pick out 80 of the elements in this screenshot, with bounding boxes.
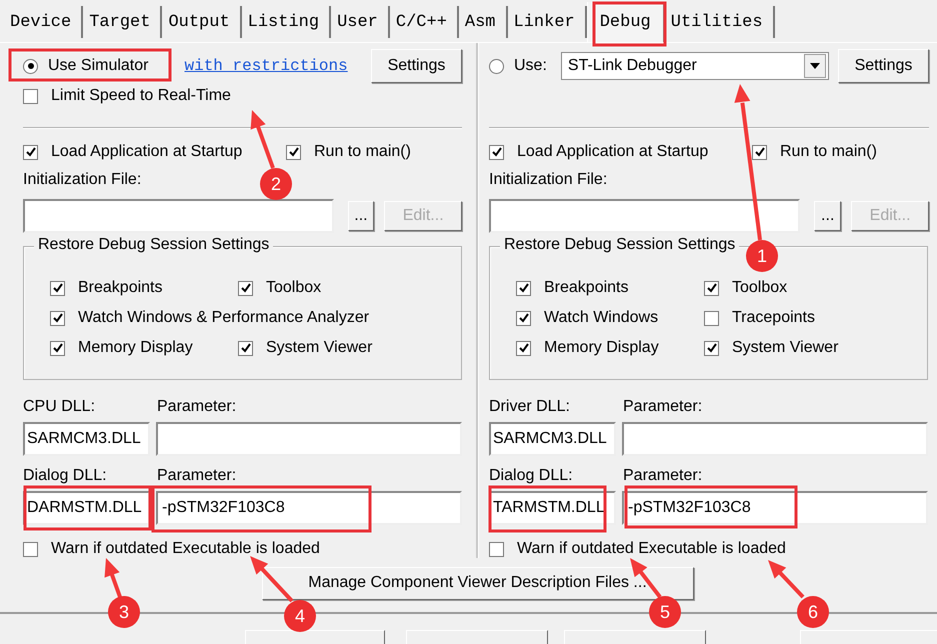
checkbox[interactable] [50, 340, 65, 356]
arrow [768, 560, 804, 598]
checkbox-label: Breakpoints [78, 279, 162, 297]
checkbox[interactable] [704, 340, 719, 356]
field-label: Parameter: [623, 398, 702, 416]
radio-button[interactable] [489, 58, 504, 74]
manage-viewer-files-button[interactable]: Manage Component Viewer Description Files ... [262, 566, 694, 600]
dll-field[interactable]: SARMCM3.DLL [23, 422, 150, 456]
checkbox-label: Toolbox [732, 279, 788, 297]
checkbox[interactable] [50, 280, 65, 296]
checkbox-label: Memory Display [544, 339, 659, 357]
checkbox[interactable] [704, 310, 719, 326]
parameter-field[interactable] [622, 422, 928, 456]
field-label: Dialog DLL: [489, 467, 574, 485]
browse-button[interactable]: ... [348, 201, 374, 231]
checkbox[interactable] [238, 340, 253, 356]
debugger-dropdown[interactable]: ST-Link Debugger [560, 52, 829, 80]
checkbox-label: Toolbox [266, 279, 322, 297]
arrow [250, 110, 275, 169]
checkbox[interactable] [286, 144, 301, 160]
field-label: Parameter: [157, 467, 236, 485]
step-badge: 2 [260, 168, 292, 200]
checkbox-label: Watch Windows & Performance Analyzer [78, 309, 370, 327]
init-file-field[interactable] [489, 199, 800, 233]
checkbox-label: Breakpoints [544, 279, 628, 297]
step-badge: 5 [649, 596, 681, 628]
browse-button[interactable]: ... [814, 201, 842, 231]
checkbox-label: System Viewer [266, 339, 372, 357]
group-title: Restore Debug Session Settings [500, 236, 740, 254]
checkbox[interactable] [516, 340, 531, 356]
checkbox-label: System Viewer [732, 339, 838, 357]
dll-field[interactable]: TARMSTM.DLL [489, 491, 616, 525]
checkbox-label: Watch Windows [544, 309, 658, 327]
dll-field[interactable]: DARMSTM.DLL [23, 491, 150, 525]
checkbox-label: Memory Display [78, 339, 193, 357]
group-title: Restore Debug Session Settings [34, 236, 274, 254]
dll-field[interactable]: SARMCM3.DLL [489, 422, 616, 456]
field-label: Initialization File: [23, 171, 142, 190]
checkbox-label: Warn if outdated Executable is loaded [51, 540, 320, 558]
step-badge: 6 [797, 596, 829, 628]
field-label: Dialog DLL: [23, 467, 108, 485]
checkbox[interactable] [704, 280, 719, 296]
step-badge: 1 [746, 240, 778, 272]
field-label: Driver DLL: [489, 398, 571, 416]
step-badge: 4 [284, 600, 316, 632]
arrow [250, 556, 294, 602]
checkbox-label: Load Application at Startup [51, 143, 244, 161]
checkbox[interactable] [23, 144, 38, 160]
checkbox-label: Load Application at Startup [517, 143, 710, 161]
checkbox-label: Limit Speed to Real-Time [51, 87, 231, 105]
field-label: Parameter: [623, 467, 702, 485]
checkbox-label: Tracepoints [732, 309, 815, 327]
checkbox[interactable] [489, 542, 504, 556]
parameter-field[interactable]: -pSTM32F103C8 [156, 491, 462, 525]
settings-button[interactable]: Settings [371, 49, 462, 83]
restrictions-link[interactable]: with restrictions [184, 57, 348, 75]
parameter-field[interactable]: -pSTM32F103C8 [622, 491, 928, 525]
checkbox[interactable] [50, 310, 65, 326]
checkbox-label: Warn if outdated Executable is loaded [517, 540, 786, 558]
init-file-field[interactable] [23, 199, 334, 233]
arrow [104, 558, 122, 598]
checkbox-label: Run to main() [780, 143, 877, 161]
checkbox[interactable] [516, 280, 531, 296]
settings-button[interactable]: Settings [838, 49, 929, 83]
checkbox-label: Run to main() [314, 143, 411, 161]
checkbox[interactable] [489, 144, 504, 160]
checkbox[interactable] [752, 144, 767, 160]
checkbox[interactable] [23, 88, 38, 104]
field-label: CPU DLL: [23, 398, 96, 416]
parameter-field[interactable] [156, 422, 462, 456]
step-badge: 3 [108, 596, 140, 628]
checkbox[interactable] [238, 280, 253, 296]
radio-button[interactable] [23, 58, 38, 74]
arrow [630, 558, 662, 598]
field-label: Parameter: [157, 398, 236, 416]
checkbox[interactable] [23, 542, 38, 556]
field-label: Initialization File: [489, 171, 608, 190]
checkbox[interactable] [516, 310, 531, 326]
radio-label: Use Simulator [48, 57, 148, 75]
radio-label: Use: [514, 57, 547, 75]
